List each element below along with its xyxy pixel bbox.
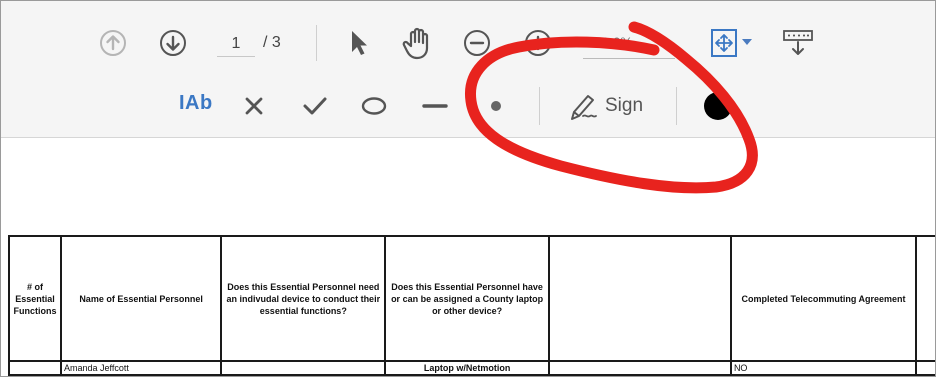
header-cell: [547, 235, 732, 362]
arrow-down-circle-icon[interactable]: [158, 28, 188, 58]
table-header-row: # of Essential Functions Name of Essenti…: [8, 235, 935, 362]
table-cell: Amanda Jeffcott: [59, 360, 223, 376]
pen-sign-icon[interactable]: [565, 89, 603, 123]
chevron-down-icon[interactable]: [742, 39, 752, 45]
minus-circle-icon[interactable]: [462, 28, 492, 58]
toolbar-divider: [539, 87, 540, 125]
table-row: Amanda Jeffcott Laptop w/Netmotion NO: [8, 360, 935, 376]
plus-circle-icon[interactable]: [523, 28, 553, 58]
page-total: / 3: [263, 34, 281, 51]
table-cell: [8, 360, 62, 376]
toolbar-divider: [316, 25, 317, 61]
keyboard-download-icon[interactable]: [781, 27, 815, 59]
header-cell: Completed Telecommuting Agreement: [729, 235, 918, 362]
dot-icon[interactable]: [485, 95, 507, 117]
arrow-up-circle-icon[interactable]: [98, 28, 128, 58]
header-cell: Name of Essential Personnel: [59, 235, 223, 362]
check-icon[interactable]: [301, 94, 329, 118]
line-icon[interactable]: [420, 95, 450, 117]
table-cell: NO: [729, 360, 918, 376]
essential-personnel-table: # of Essential Functions Name of Essenti…: [8, 235, 935, 376]
pdf-viewer-window: / 3 93.6% IAb: [0, 0, 936, 377]
header-cell: Does this Essential Personnel need an in…: [220, 235, 387, 362]
header-cell: # of Essential Functions: [8, 235, 62, 362]
header-cell: [915, 235, 935, 362]
table-cell: Laptop w/Netmotion: [384, 360, 550, 376]
header-cell: Does this Essential Personnel have or ca…: [384, 235, 550, 362]
fill-sign-toolbar: [1, 75, 935, 138]
zoom-field-underline: [583, 58, 675, 59]
cursor-arrow-icon[interactable]: [346, 27, 372, 59]
fit-page-icon[interactable]: [708, 27, 740, 59]
table-cell: [915, 360, 935, 376]
page-number-input[interactable]: [217, 32, 255, 57]
zoom-level-field[interactable]: 93.6%: [593, 34, 633, 50]
cross-icon[interactable]: [242, 94, 266, 118]
document-page: # of Essential Functions Name of Essenti…: [1, 138, 935, 376]
table-cell: [547, 360, 732, 376]
add-text-tool[interactable]: IAb: [179, 92, 213, 115]
viewer-toolbar: / 3 93.6%: [1, 1, 935, 76]
sign-button[interactable]: Sign: [605, 95, 643, 117]
table-cell: [220, 360, 387, 376]
hand-icon[interactable]: [401, 25, 435, 61]
toolbar-divider: [676, 87, 677, 125]
ellipse-icon[interactable]: [359, 95, 389, 117]
color-swatch-button[interactable]: [701, 89, 735, 123]
